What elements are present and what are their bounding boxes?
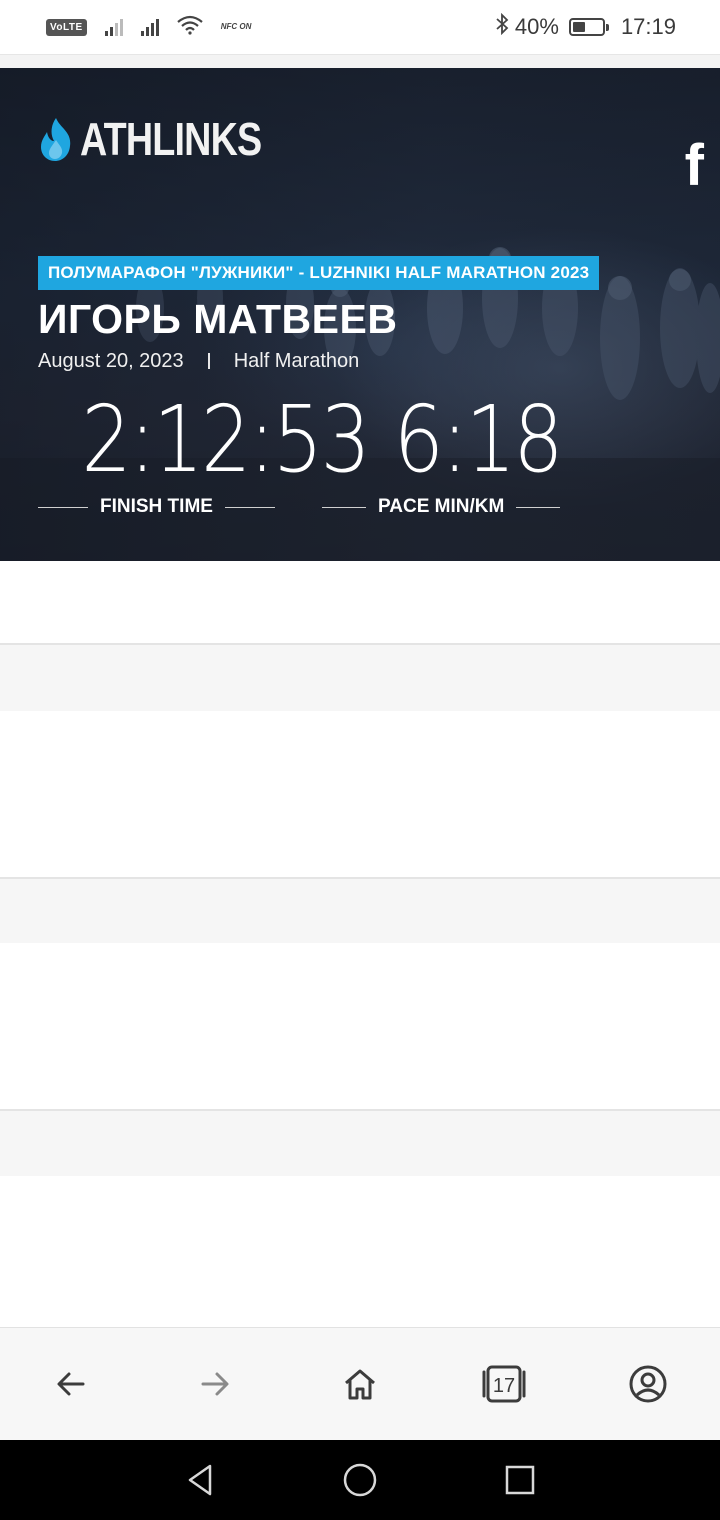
caption-rule-right xyxy=(224,506,275,508)
status-left-icons: VoLTE NFC ON xyxy=(46,14,251,40)
battery-percent: 40% xyxy=(514,14,559,39)
status-right-icons: 40% 17:19 xyxy=(495,12,676,42)
battery-icon xyxy=(568,18,609,36)
caption-rule-left xyxy=(38,506,88,508)
arrow-right-icon xyxy=(201,1372,229,1396)
tabs-icon: 17 xyxy=(482,1365,526,1403)
triangle-back-icon xyxy=(188,1464,212,1496)
signal-icon-sim2 xyxy=(140,18,159,36)
tabs-count: 17 xyxy=(493,1375,515,1397)
pace-stat: 6:18 xyxy=(380,386,564,493)
account-icon xyxy=(629,1365,667,1403)
content-block-4 xyxy=(0,1176,720,1327)
arrow-left-icon xyxy=(57,1372,85,1396)
caption-rule-right xyxy=(516,506,561,508)
content-separator-2 xyxy=(0,877,720,943)
content-block-3 xyxy=(0,943,720,1109)
finish-time-label: FINISH TIME xyxy=(100,496,213,517)
back-button[interactable] xyxy=(45,1358,97,1410)
athlete-name: ИГОРЬ МАТВЕЕВ xyxy=(38,296,398,342)
pace-label: PACE MIN/KM xyxy=(378,496,505,517)
finish-time-caption: FINISH TIME xyxy=(38,496,275,518)
result-hero-card: ATHLINKS f ПОЛУМАРАФОН "ЛУЖНИКИ" - LUZHN… xyxy=(0,68,720,561)
status-bar: VoLTE NFC ON 40% 17:19 xyxy=(0,0,720,54)
facebook-icon[interactable]: f xyxy=(685,132,704,199)
race-type: Half Marathon xyxy=(233,350,360,372)
pace-value: 6:18 xyxy=(393,386,564,493)
brand-name: ATHLINKS xyxy=(80,113,262,165)
clock: 17:19 xyxy=(620,14,676,39)
pace-caption: PACE MIN/KM xyxy=(322,496,561,518)
content-separator-1 xyxy=(0,643,720,711)
flame-icon xyxy=(41,118,71,161)
event-name-badge[interactable]: ПОЛУМАРАФОН "ЛУЖНИКИ" - LUZHNIKI HALF MA… xyxy=(38,256,600,290)
athlinks-logo[interactable]: ATHLINKS xyxy=(38,112,301,166)
meta-separator xyxy=(207,353,210,369)
square-recents-icon xyxy=(505,1465,535,1495)
circle-home-icon xyxy=(343,1463,377,1497)
caption-rule-left xyxy=(322,506,366,508)
finish-time-value: 2:12:53 xyxy=(81,386,371,493)
browser-toolbar: 17 xyxy=(0,1327,720,1440)
nfc-icon: NFC ON xyxy=(220,22,252,31)
content-separator-3 xyxy=(0,1109,720,1176)
page-top-divider xyxy=(0,54,720,68)
nav-recents-button[interactable] xyxy=(498,1458,542,1502)
wifi-icon xyxy=(176,15,203,40)
forward-button[interactable] xyxy=(189,1358,241,1410)
bluetooth-icon xyxy=(495,12,509,41)
battery-fill xyxy=(572,22,585,32)
signal-icon-sim1 xyxy=(104,18,123,36)
finish-time-stat: 2:12:53 xyxy=(58,386,371,493)
nav-home-button[interactable] xyxy=(338,1458,382,1502)
race-meta: August 20, 2023 Half Marathon xyxy=(38,350,359,373)
system-navigation-bar xyxy=(0,1440,720,1520)
home-button[interactable] xyxy=(334,1358,386,1410)
account-button[interactable] xyxy=(622,1358,674,1410)
volte-icon: VoLTE xyxy=(46,18,87,36)
tabs-button[interactable]: 17 xyxy=(478,1358,530,1410)
race-date: August 20, 2023 xyxy=(38,350,184,372)
content-block-1 xyxy=(0,561,720,643)
content-block-2 xyxy=(0,711,720,877)
home-icon xyxy=(345,1369,375,1400)
nav-back-button[interactable] xyxy=(178,1458,222,1502)
